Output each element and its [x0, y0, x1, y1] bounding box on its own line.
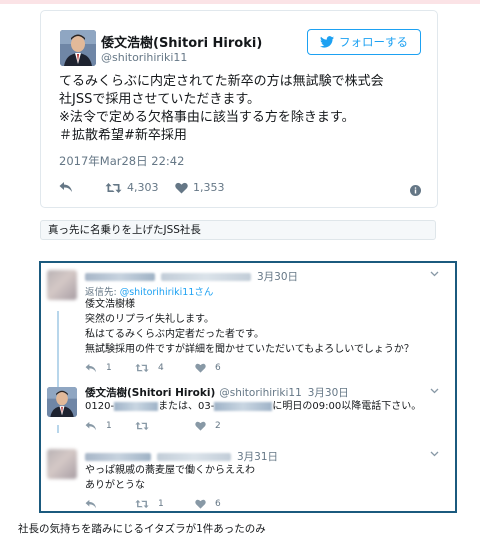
reply-count: 1: [106, 363, 112, 373]
reply-text: 倭文浩樹様 突然のリプライ失礼します。 私はてるみくらぶ内定者だった者です。 無…: [85, 299, 414, 355]
retweet-icon: [135, 421, 149, 431]
reply-actions: 1 4 6: [85, 363, 245, 375]
bird-icon: [320, 36, 334, 48]
reply-icon: [85, 421, 96, 431]
like-count: 2: [215, 421, 221, 431]
thread-connector: [57, 311, 59, 393]
tweet-card: 倭文浩樹(Shitori Hiroki) @shitorihiriki11 フォ…: [40, 10, 438, 208]
reply-header: 倭文浩樹(Shitori Hiroki) @shitorihiriki11 3月…: [85, 385, 349, 400]
reply-actions: 1 6: [85, 499, 245, 511]
avatar[interactable]: [47, 449, 77, 479]
retweet-icon: [135, 499, 149, 509]
tweet-date[interactable]: 2017年Mar28日 22:42: [59, 153, 184, 169]
reply-thread: 3月30日 返信先: @shitorihiriki11さん 倭文浩樹様 突然のリ…: [39, 261, 457, 513]
redacted-name: [85, 272, 155, 281]
avatar[interactable]: [60, 30, 96, 66]
info-icon[interactable]: [410, 181, 421, 200]
reply-count: 1: [106, 421, 112, 431]
retweet-icon: [135, 363, 149, 373]
redacted-handle: [161, 272, 251, 281]
redacted-name: [85, 452, 151, 461]
top-strip: [0, 0, 480, 4]
reply-author-name[interactable]: 倭文浩樹(Shitori Hiroki): [85, 385, 215, 400]
reply-date[interactable]: 3月30日: [308, 385, 349, 400]
retweet-count: 4,303: [127, 181, 159, 194]
reply-icon: [85, 499, 96, 509]
reply-icon: [59, 182, 72, 192]
heart-icon: [195, 363, 206, 373]
reply-button[interactable]: 1: [85, 421, 112, 431]
reply-to-line: 返信先: @shitorihiriki11さん: [85, 284, 213, 298]
retweet-count: 4: [158, 363, 164, 373]
heart-icon: [195, 421, 206, 431]
reply-text: やっぱ親戚の蕎麦屋で働くからええわ ありがとうな: [85, 465, 255, 491]
reply-date[interactable]: 3月31日: [237, 449, 278, 464]
like-button[interactable]: 2: [195, 421, 221, 431]
tweet-actions: 4,303 1,353: [59, 181, 421, 197]
like-count: 6: [215, 363, 221, 373]
reply-button[interactable]: [85, 499, 97, 509]
reply-date[interactable]: 3月30日: [257, 269, 298, 284]
like-button[interactable]: 1,353: [175, 181, 225, 194]
heart-icon: [195, 499, 206, 509]
reply-author-handle[interactable]: @shitorihiriki11: [219, 387, 301, 399]
author-name[interactable]: 倭文浩樹(Shitori Hiroki): [101, 32, 262, 51]
reply-header: 3月30日: [85, 269, 298, 284]
like-count: 1,353: [193, 181, 225, 194]
phone-middle: または、03-: [158, 401, 215, 412]
chevron-down-icon[interactable]: [430, 386, 439, 395]
author-handle[interactable]: @shitorihiriki11: [101, 51, 187, 64]
retweet-icon: [105, 182, 122, 193]
phone-suffix: に明日の09:00以降電話下さい。: [272, 401, 422, 412]
heart-icon: [175, 182, 188, 193]
thread-connector: [57, 425, 59, 433]
caption-top: 真っ先に名乗りを上げたJSS社長: [40, 220, 436, 240]
retweet-button[interactable]: [135, 421, 149, 431]
caption-bottom: 社長の気持ちを踏みにじるイタズラが1件あったのみ: [18, 523, 266, 535]
redacted-number: [114, 401, 159, 411]
reply-icon: [85, 363, 96, 373]
tweet-text: てるみくらぶに内定されてた新卒の方は無試験で株式会 社JSSで採用させていただき…: [59, 74, 384, 143]
like-button[interactable]: 6: [195, 363, 221, 373]
retweet-button[interactable]: 4: [135, 363, 164, 373]
avatar[interactable]: [47, 387, 77, 417]
chevron-down-icon[interactable]: [430, 269, 439, 278]
retweet-button[interactable]: 4,303: [105, 181, 159, 194]
reply-button[interactable]: [59, 181, 73, 193]
retweet-button[interactable]: 1: [135, 499, 164, 509]
reply-actions: 1 2: [85, 421, 245, 433]
phone-prefix: 0120-: [85, 401, 115, 412]
like-count: 6: [215, 499, 221, 509]
follow-button[interactable]: フォローする: [307, 29, 421, 55]
retweet-count: 1: [158, 499, 164, 509]
chevron-down-icon[interactable]: [430, 449, 439, 458]
like-button[interactable]: 6: [195, 499, 221, 509]
avatar[interactable]: [47, 270, 77, 300]
reply-button[interactable]: 1: [85, 363, 112, 373]
redacted-number: [214, 401, 273, 411]
redacted-handle: [157, 452, 231, 461]
follow-label: フォローする: [339, 35, 408, 49]
reply-text: 0120- または、03- に明日の09:00以降電話下さい。: [85, 399, 421, 414]
reply-header: 3月31日: [85, 449, 278, 464]
